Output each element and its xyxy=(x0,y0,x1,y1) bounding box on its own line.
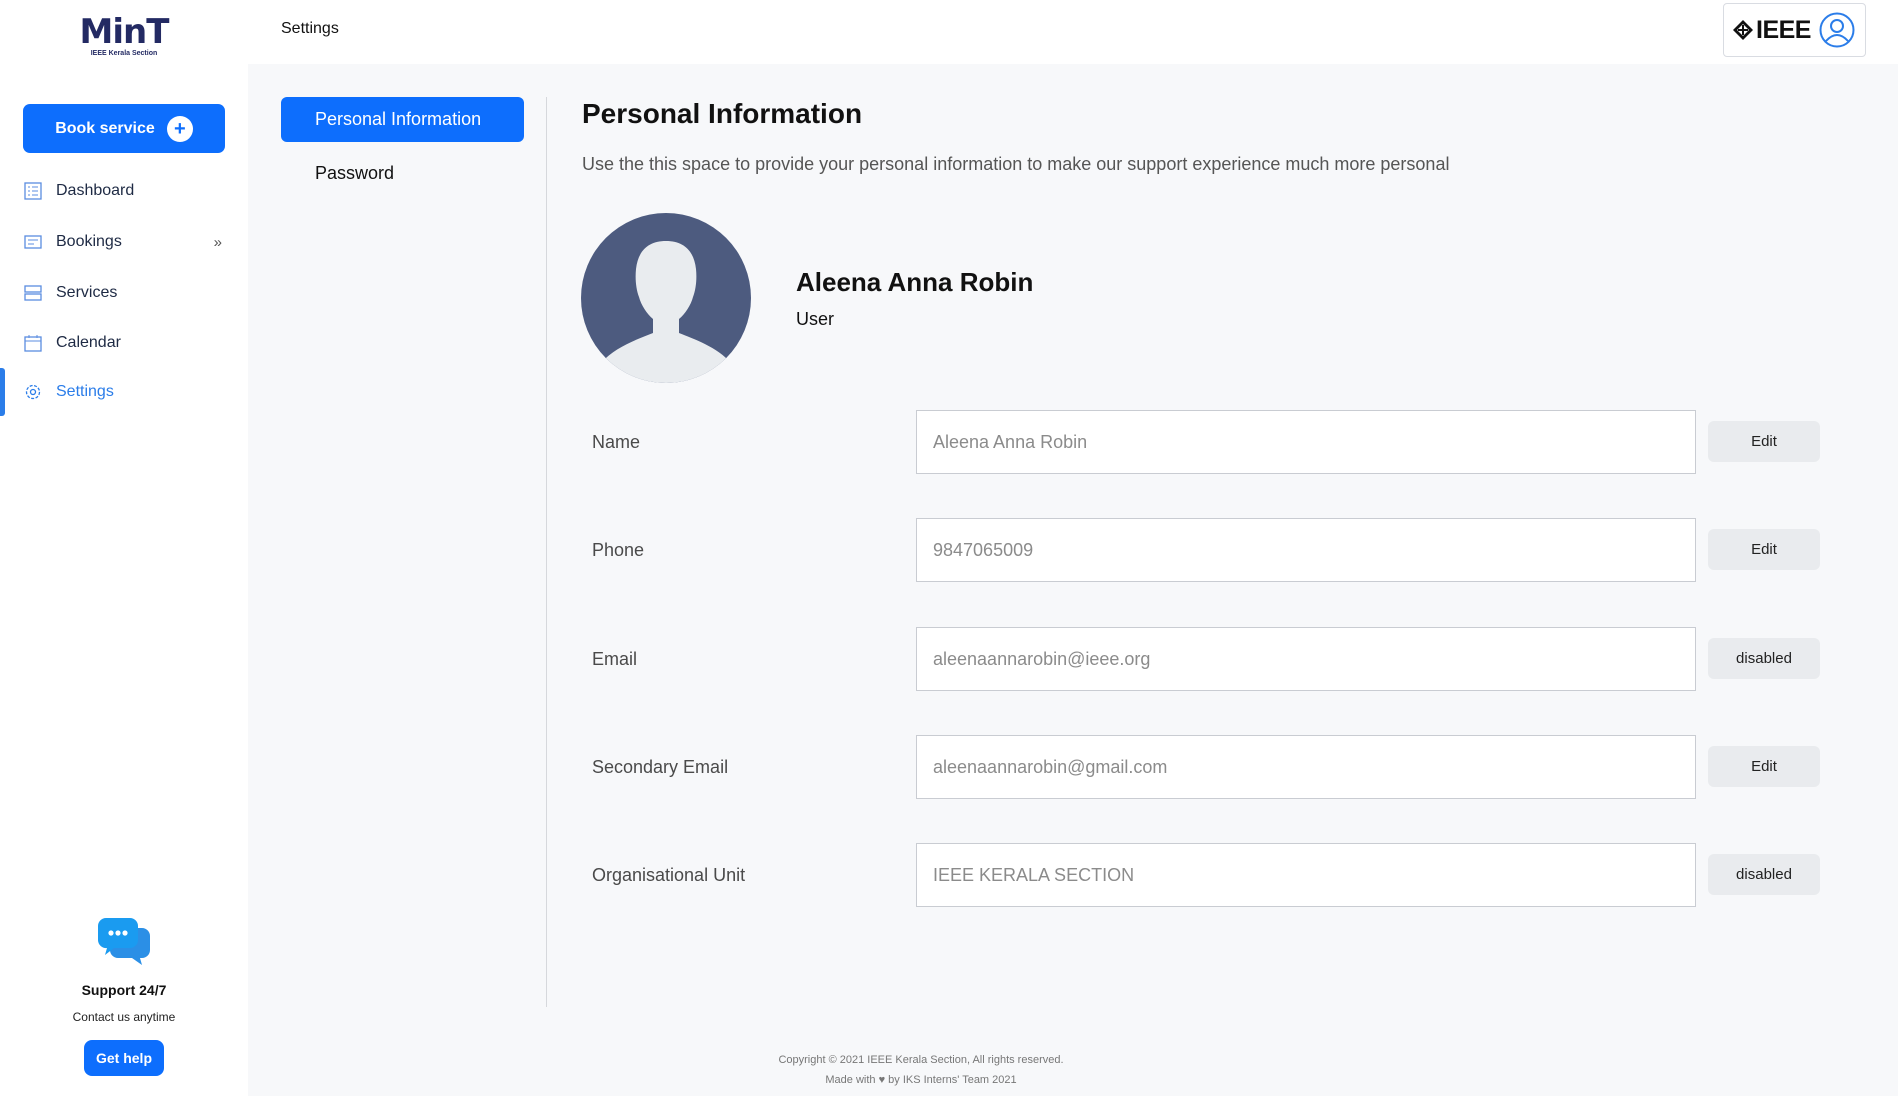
settings-tabs: Personal Information Password xyxy=(281,97,525,205)
profile-avatar[interactable] xyxy=(581,213,751,383)
edit-phone-button[interactable]: Edit xyxy=(1708,529,1820,570)
sidebar-item-bookings[interactable]: Bookings » xyxy=(0,222,248,262)
form-row-name: Name Aleena Anna Robin Edit xyxy=(582,410,1822,474)
form-row-organisational-unit: Organisational Unit IEEE KERALA SECTION … xyxy=(582,843,1822,907)
topbar: Settings IEEE xyxy=(248,0,1898,64)
sidebar-item-services[interactable]: Services xyxy=(0,273,248,313)
edit-secondary-email-button[interactable]: Edit xyxy=(1708,746,1820,787)
field-label: Secondary Email xyxy=(592,756,729,777)
book-service-label: Book service xyxy=(55,119,155,137)
profile-role: User xyxy=(796,309,835,329)
divider xyxy=(546,97,547,1007)
logo-text: MinT xyxy=(79,12,170,52)
bookings-icon xyxy=(24,235,42,249)
chat-bubble-icon xyxy=(97,918,150,966)
organisational-unit-disabled-button[interactable]: disabled xyxy=(1708,854,1820,895)
user-avatar-icon[interactable] xyxy=(1819,12,1855,48)
made-with-text: Made with ♥ by IKS Interns' Team 2021 xyxy=(825,1074,1017,1086)
tab-personal-information[interactable]: Personal Information xyxy=(281,97,524,142)
sidebar-item-dashboard[interactable]: Dashboard xyxy=(0,171,248,211)
profile-menu[interactable]: IEEE xyxy=(1723,3,1866,57)
field-label: Email xyxy=(592,648,638,669)
plus-icon: + xyxy=(166,115,193,142)
logo-subtitle: IEEE Kerala Section xyxy=(90,50,158,57)
support-subtitle: Contact us anytime xyxy=(72,1010,176,1024)
organisational-unit-field[interactable]: IEEE KERALA SECTION xyxy=(916,843,1696,907)
book-service-button[interactable]: Book service + xyxy=(23,104,225,153)
page-description: Use the this space to provide your perso… xyxy=(582,154,1450,174)
footer: Copyright © 2021 IEEE Kerala Section, Al… xyxy=(248,1050,1898,1090)
profile-name: Aleena Anna Robin xyxy=(796,267,1034,297)
field-label: Phone xyxy=(592,539,645,560)
secondary-email-field[interactable]: aleenaannarobin@gmail.com xyxy=(916,735,1696,799)
services-icon xyxy=(24,285,42,301)
sidebar-item-label: Settings xyxy=(56,383,114,400)
email-field[interactable]: aleenaannarobin@ieee.org xyxy=(916,627,1696,691)
page-title: Personal Information xyxy=(582,98,863,129)
email-disabled-button[interactable]: disabled xyxy=(1708,638,1820,679)
support-title: Support 24/7 xyxy=(81,982,167,998)
dashboard-icon xyxy=(24,182,42,200)
sidebar-item-label: Bookings xyxy=(56,233,122,250)
sidebar-item-label: Services xyxy=(56,284,118,301)
settings-panel: Personal Information Password Personal I… xyxy=(248,64,1898,1096)
sidebar-item-calendar[interactable]: Calendar xyxy=(0,323,248,363)
form-row-email: Email aleenaannarobin@ieee.org disabled xyxy=(582,627,1822,691)
field-label: Name xyxy=(592,431,641,452)
sidebar-item-settings[interactable]: Settings xyxy=(0,368,248,416)
settings-icon xyxy=(25,384,41,400)
user-silhouette-icon xyxy=(601,241,731,383)
edit-name-button[interactable]: Edit xyxy=(1708,421,1820,462)
ieee-brand-text: IEEE xyxy=(1756,15,1811,44)
copyright-text: Copyright © 2021 IEEE Kerala Section, Al… xyxy=(778,1054,1064,1066)
form-row-secondary-email: Secondary Email aleenaannarobin@gmail.co… xyxy=(582,735,1822,799)
sidebar-item-label: Dashboard xyxy=(56,182,135,199)
sidebar: MinT IEEE Kerala Section Book service + … xyxy=(0,0,248,1096)
ieee-logo: IEEE xyxy=(1732,16,1811,45)
phone-field[interactable]: 9847065009 xyxy=(916,518,1696,582)
ieee-diamond-icon xyxy=(1733,20,1753,40)
breadcrumb: Settings xyxy=(281,20,339,37)
chevron-right-icon[interactable]: » xyxy=(214,234,222,251)
tab-password[interactable]: Password xyxy=(281,151,524,196)
field-label: Organisational Unit xyxy=(592,864,746,885)
form-row-phone: Phone 9847065009 Edit xyxy=(582,518,1822,582)
name-field[interactable]: Aleena Anna Robin xyxy=(916,410,1696,474)
sidebar-item-label: Calendar xyxy=(56,334,121,351)
mint-logo[interactable]: MinT IEEE Kerala Section xyxy=(78,14,170,64)
calendar-icon xyxy=(24,335,42,352)
